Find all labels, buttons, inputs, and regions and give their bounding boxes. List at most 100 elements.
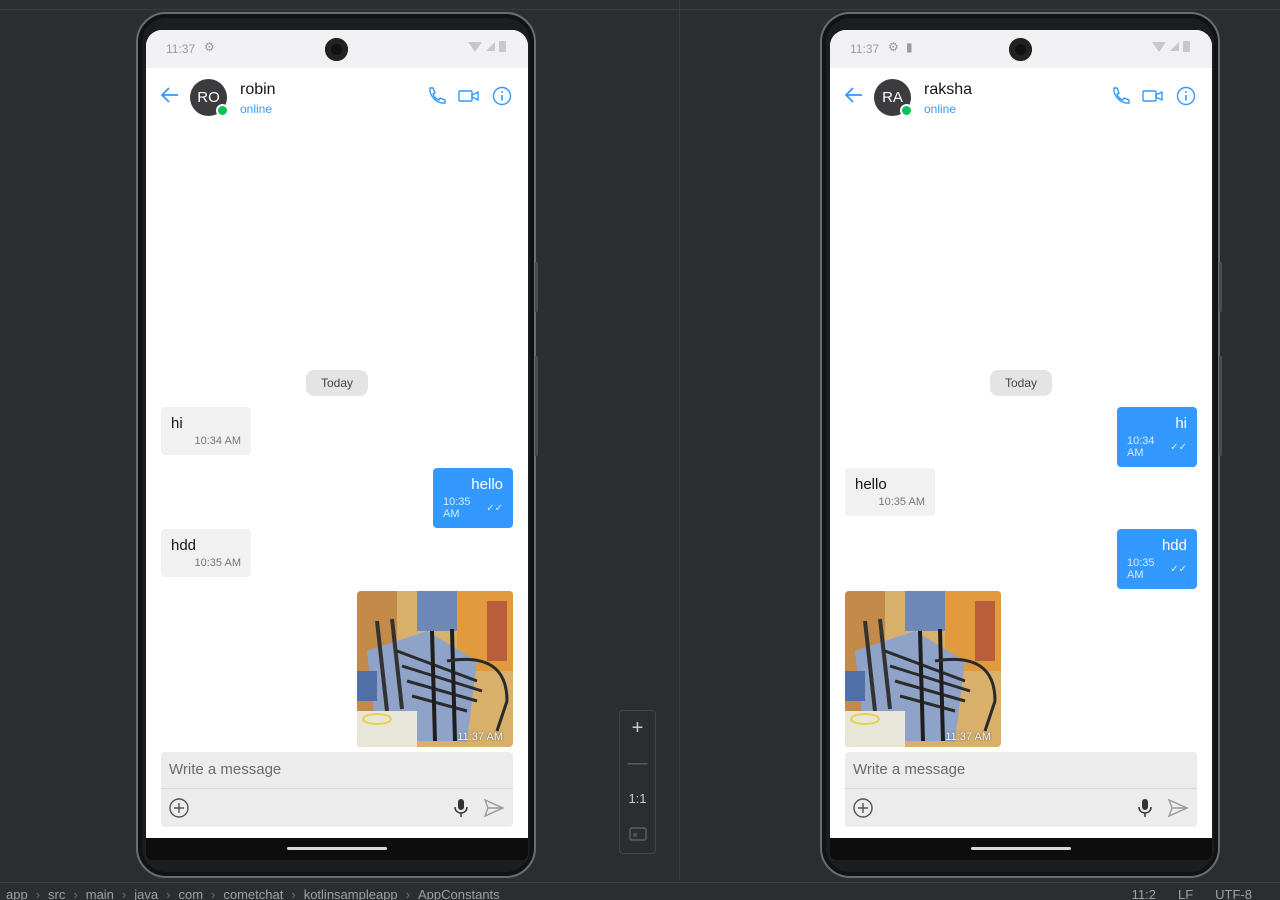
home-handle[interactable] xyxy=(287,847,387,850)
header-actions xyxy=(426,86,512,106)
avatar-initials: RO xyxy=(197,89,220,106)
painting-image xyxy=(357,591,513,747)
message-bubble-outgoing[interactable]: hello 10:35 AM ✓✓ xyxy=(433,468,513,528)
right-device-screen: 11:37 ⚙ ▮ RA raksha online Today hi 10:3… xyxy=(830,30,1212,860)
ide-status-bar: app › src › main › java › com › cometchat › ko… xyxy=(0,882,1280,900)
avatar[interactable]: RO xyxy=(190,79,229,117)
message-time: 10:34 AM xyxy=(1127,435,1155,459)
breadcrumb-item[interactable]: cometchat xyxy=(223,887,283,900)
camera-cutout xyxy=(325,38,348,61)
settings-status-icon: ⚙ xyxy=(888,40,899,54)
gesture-nav-bar xyxy=(830,838,1212,860)
gesture-nav-bar xyxy=(146,838,528,860)
signal-icon xyxy=(1170,42,1179,51)
right-device-frame: 11:37 ⚙ ▮ RA raksha online Today hi 10:3… xyxy=(820,12,1222,878)
battery-icon xyxy=(499,41,506,52)
back-arrow-icon[interactable] xyxy=(844,85,864,105)
power-button xyxy=(535,262,538,312)
status-time: 11:37 xyxy=(850,42,880,56)
info-icon[interactable] xyxy=(1176,86,1196,106)
breadcrumb-item[interactable]: src xyxy=(48,887,65,900)
message-bubble-outgoing[interactable]: hi 10:34 AM ✓✓ xyxy=(1117,407,1197,467)
image-message-outgoing[interactable]: 11:37 AM xyxy=(357,591,513,747)
status-bar: 11:37 ⚙ xyxy=(146,30,528,68)
add-attachment-icon[interactable] xyxy=(852,797,874,819)
add-attachment-icon[interactable] xyxy=(168,797,190,819)
fit-screen-button[interactable] xyxy=(620,816,655,851)
breadcrumb-item[interactable]: AppConstants xyxy=(418,887,500,900)
power-button xyxy=(1219,262,1222,312)
status-time: 11:37 xyxy=(166,42,196,56)
message-bubble-incoming[interactable]: hello 10:35 AM xyxy=(845,468,935,516)
video-call-icon[interactable] xyxy=(458,86,480,106)
status-icons xyxy=(1152,41,1190,52)
message-text: hdd xyxy=(1161,537,1187,554)
zoom-controls: + — 1:1 xyxy=(619,710,656,854)
message-composer: Write a message xyxy=(161,752,513,827)
message-list[interactable]: Today hi 10:34 AM ✓✓ hello 10:35 AM hdd 1… xyxy=(830,126,1212,747)
send-icon[interactable] xyxy=(483,797,505,819)
send-icon[interactable] xyxy=(1167,797,1189,819)
voice-call-icon[interactable] xyxy=(1110,86,1130,106)
microphone-icon[interactable] xyxy=(1137,798,1153,818)
wifi-icon xyxy=(1152,41,1166,52)
message-text: hello xyxy=(471,476,503,493)
breadcrumb-item[interactable]: main xyxy=(86,887,114,900)
wifi-icon xyxy=(468,41,482,52)
message-list[interactable]: Today hi 10:34 AM hello 10:35 AM ✓✓ hdd 1… xyxy=(146,126,528,747)
message-bubble-incoming[interactable]: hdd 10:35 AM xyxy=(161,529,251,577)
zoom-out-button[interactable]: — xyxy=(620,746,655,781)
message-input[interactable]: Write a message xyxy=(161,752,513,789)
pane-divider xyxy=(679,0,680,880)
image-message-incoming[interactable]: 11:37 AM xyxy=(845,591,1001,747)
avatar[interactable]: RA xyxy=(874,79,913,117)
message-text: hello xyxy=(855,476,887,493)
message-time: 10:35 AM xyxy=(443,496,471,520)
back-arrow-icon[interactable] xyxy=(160,85,180,105)
video-call-icon[interactable] xyxy=(1142,86,1164,106)
file-encoding[interactable]: UTF-8 xyxy=(1215,887,1252,900)
battery-icon xyxy=(1183,41,1190,52)
zoom-in-button[interactable]: + xyxy=(620,711,655,746)
cursor-position[interactable]: 11:2 xyxy=(1132,887,1156,900)
date-separator: Today xyxy=(306,370,368,396)
chat-header: RO robin online xyxy=(146,68,528,126)
info-icon[interactable] xyxy=(492,86,512,106)
settings-status-icon: ⚙ xyxy=(204,40,215,54)
line-ending[interactable]: LF xyxy=(1178,887,1193,900)
painting-image xyxy=(845,591,1001,747)
composer-toolbar xyxy=(161,789,513,827)
editor-info: 11:2 LF UTF-8 xyxy=(1132,887,1252,900)
voice-call-icon[interactable] xyxy=(426,86,446,106)
avatar-initials: RA xyxy=(882,89,903,106)
home-handle[interactable] xyxy=(971,847,1071,850)
zoom-reset-button[interactable]: 1:1 xyxy=(620,781,655,816)
date-separator: Today xyxy=(990,370,1052,396)
clipboard-status-icon: ▮ xyxy=(906,40,913,54)
read-receipt-icon: ✓✓ xyxy=(1170,563,1187,575)
message-text: hdd xyxy=(171,537,197,554)
message-time: 10:35 AM xyxy=(1127,557,1155,581)
read-receipt-icon: ✓✓ xyxy=(486,502,503,514)
microphone-icon[interactable] xyxy=(453,798,469,818)
ide-top-border xyxy=(0,9,1280,10)
status-bar: 11:37 ⚙ ▮ xyxy=(830,30,1212,68)
composer-toolbar xyxy=(845,789,1197,827)
message-bubble-outgoing[interactable]: hdd 10:35 AM ✓✓ xyxy=(1117,529,1197,589)
message-bubble-incoming[interactable]: hi 10:34 AM xyxy=(161,407,251,455)
header-actions xyxy=(1110,86,1196,106)
volume-button xyxy=(535,356,538,456)
online-indicator xyxy=(900,104,913,117)
breadcrumb-item[interactable]: com xyxy=(178,887,203,900)
breadcrumb-item[interactable]: kotlinsampleapp xyxy=(304,887,398,900)
breadcrumb-item[interactable]: java xyxy=(134,887,158,900)
breadcrumb-item[interactable]: app xyxy=(6,887,28,900)
left-device-screen: 11:37 ⚙ RO robin online Today hi 10:34 A… xyxy=(146,30,528,860)
message-input[interactable]: Write a message xyxy=(845,752,1197,789)
contact-name: raksha xyxy=(924,81,973,98)
signal-icon xyxy=(486,42,495,51)
message-text: hi xyxy=(171,415,183,432)
left-device-frame: 11:37 ⚙ RO robin online Today hi 10:34 A… xyxy=(136,12,538,878)
message-time: 10:34 AM xyxy=(194,435,241,447)
message-text: hi xyxy=(1175,415,1187,432)
